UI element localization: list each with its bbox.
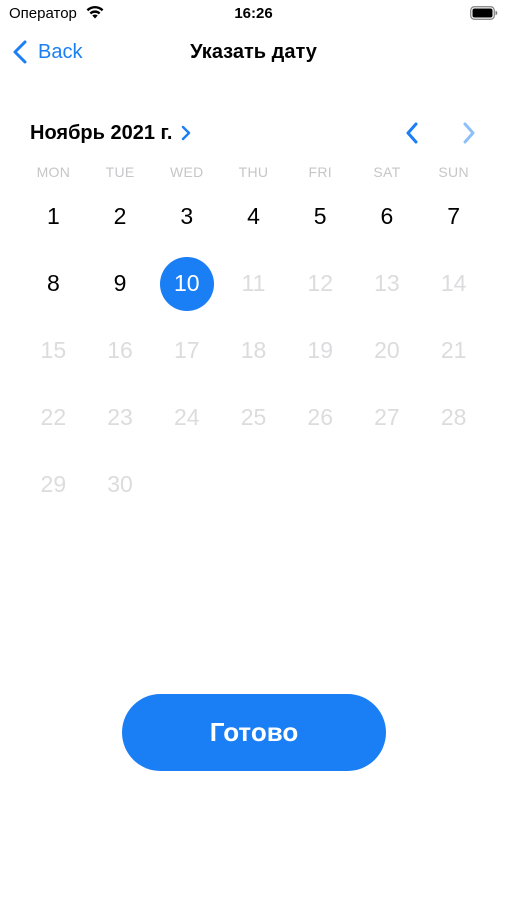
weekday-label: SAT [373, 164, 401, 180]
calendar-day-label: 4 [247, 203, 260, 229]
weekday-label: SUN [438, 164, 469, 180]
calendar-day-label: 15 [40, 337, 67, 363]
weekday-label: THU [238, 164, 269, 180]
calendar-day: 28 [420, 384, 487, 451]
next-month-button[interactable] [455, 118, 483, 148]
calendar-day: 14 [420, 250, 487, 317]
calendar-day: 24 [153, 384, 220, 451]
status-bar: Оператор 16:26 [0, 0, 507, 30]
calendar-day-label: 21 [440, 337, 467, 363]
calendar-day-label: 20 [374, 337, 400, 363]
weekday-label: FRI [308, 164, 332, 180]
calendar-day-label: 30 [107, 471, 133, 497]
calendar-day-label: 1 [46, 203, 60, 229]
calendar-day[interactable]: 3 [153, 183, 220, 250]
calendar-day: 27 [354, 384, 421, 451]
calendar-day-label: 5 [313, 203, 327, 229]
calendar-day-label: 29 [40, 471, 67, 497]
navigation-bar: Back Указать дату [0, 30, 507, 74]
calendar-day-label: 24 [173, 404, 200, 430]
calendar-day-label: 13 [374, 270, 400, 296]
calendar-day-label: 12 [307, 270, 333, 296]
calendar-day[interactable]: 1 [20, 183, 87, 250]
calendar-day-label: 22 [40, 404, 67, 430]
calendar-day[interactable]: 4 [220, 183, 287, 250]
calendar-day-label: 14 [440, 270, 467, 296]
chevron-right-icon [463, 122, 475, 144]
calendar-day-label: 3 [180, 203, 194, 229]
calendar-day-label: 23 [107, 404, 133, 430]
calendar-day-label: 25 [240, 404, 267, 430]
calendar-day-label: 18 [240, 337, 267, 363]
calendar-day-grid: 1 2 3 4 5 6 7 8 9 10 11 12 13 14 15 16 17 18 19 20 21 22 23 24 2… [20, 183, 487, 518]
calendar-day-label: 8 [46, 270, 60, 296]
chevron-left-icon [406, 122, 418, 144]
calendar-day: 11 [220, 250, 287, 317]
date-picker-screen: Оператор 16:26 Back Указать дату Ноябрь … [0, 0, 507, 900]
calendar-day[interactable]: 6 [354, 183, 421, 250]
calendar-day: 18 [220, 317, 287, 384]
calendar-day: 22 [20, 384, 87, 451]
calendar-day-label: 26 [307, 404, 333, 430]
calendar-day[interactable]: 2 [87, 183, 154, 250]
weekday-label: MON [36, 164, 71, 180]
calendar-day-label: 11 [241, 270, 266, 296]
calendar-day: 21 [420, 317, 487, 384]
calendar-day-label: 9 [113, 270, 127, 296]
calendar-day-label: 16 [107, 337, 133, 363]
battery-icon [470, 6, 498, 20]
calendar-day-selected[interactable]: 10 [153, 250, 220, 317]
calendar-day: 23 [87, 384, 154, 451]
calendar-day-label: 27 [374, 404, 400, 430]
done-button[interactable]: Готово [122, 694, 386, 771]
calendar-day: 20 [354, 317, 421, 384]
clock: 16:26 [234, 5, 273, 22]
calendar-day-label: 19 [307, 337, 333, 363]
weekday-label: TUE [105, 164, 135, 180]
calendar-day: 16 [87, 317, 154, 384]
calendar-day[interactable]: 9 [87, 250, 154, 317]
month-year-picker-button[interactable]: Ноябрь 2021 г. [30, 118, 191, 148]
calendar-day: 12 [287, 250, 354, 317]
chevron-right-icon [182, 125, 191, 141]
calendar-day: 25 [220, 384, 287, 451]
calendar-day-label: 28 [440, 404, 467, 430]
calendar-day[interactable]: 5 [287, 183, 354, 250]
calendar-day: 30 [87, 451, 154, 518]
calendar-day: 17 [153, 317, 220, 384]
month-label: Ноябрь 2021 г. [30, 121, 173, 144]
calendar-day-label: 2 [113, 203, 127, 229]
weekday-label: WED [170, 164, 204, 180]
calendar-day: 19 [287, 317, 354, 384]
weekday-header: MON TUE WED THU FRI SAT SUN [20, 164, 487, 182]
previous-month-button[interactable] [398, 118, 426, 148]
calendar-day-label: 6 [380, 203, 394, 229]
calendar-day-label: 10 [159, 256, 214, 311]
calendar-day-label: 17 [173, 337, 200, 363]
month-header: Ноябрь 2021 г. [30, 118, 480, 148]
calendar-day: 13 [354, 250, 421, 317]
calendar-day: 26 [287, 384, 354, 451]
calendar-day[interactable]: 8 [20, 250, 87, 317]
calendar-day[interactable]: 7 [420, 183, 487, 250]
calendar-day-label: 7 [447, 203, 461, 229]
calendar-day: 15 [20, 317, 87, 384]
page-title: Указать дату [190, 41, 317, 63]
calendar-day: 29 [20, 451, 87, 518]
